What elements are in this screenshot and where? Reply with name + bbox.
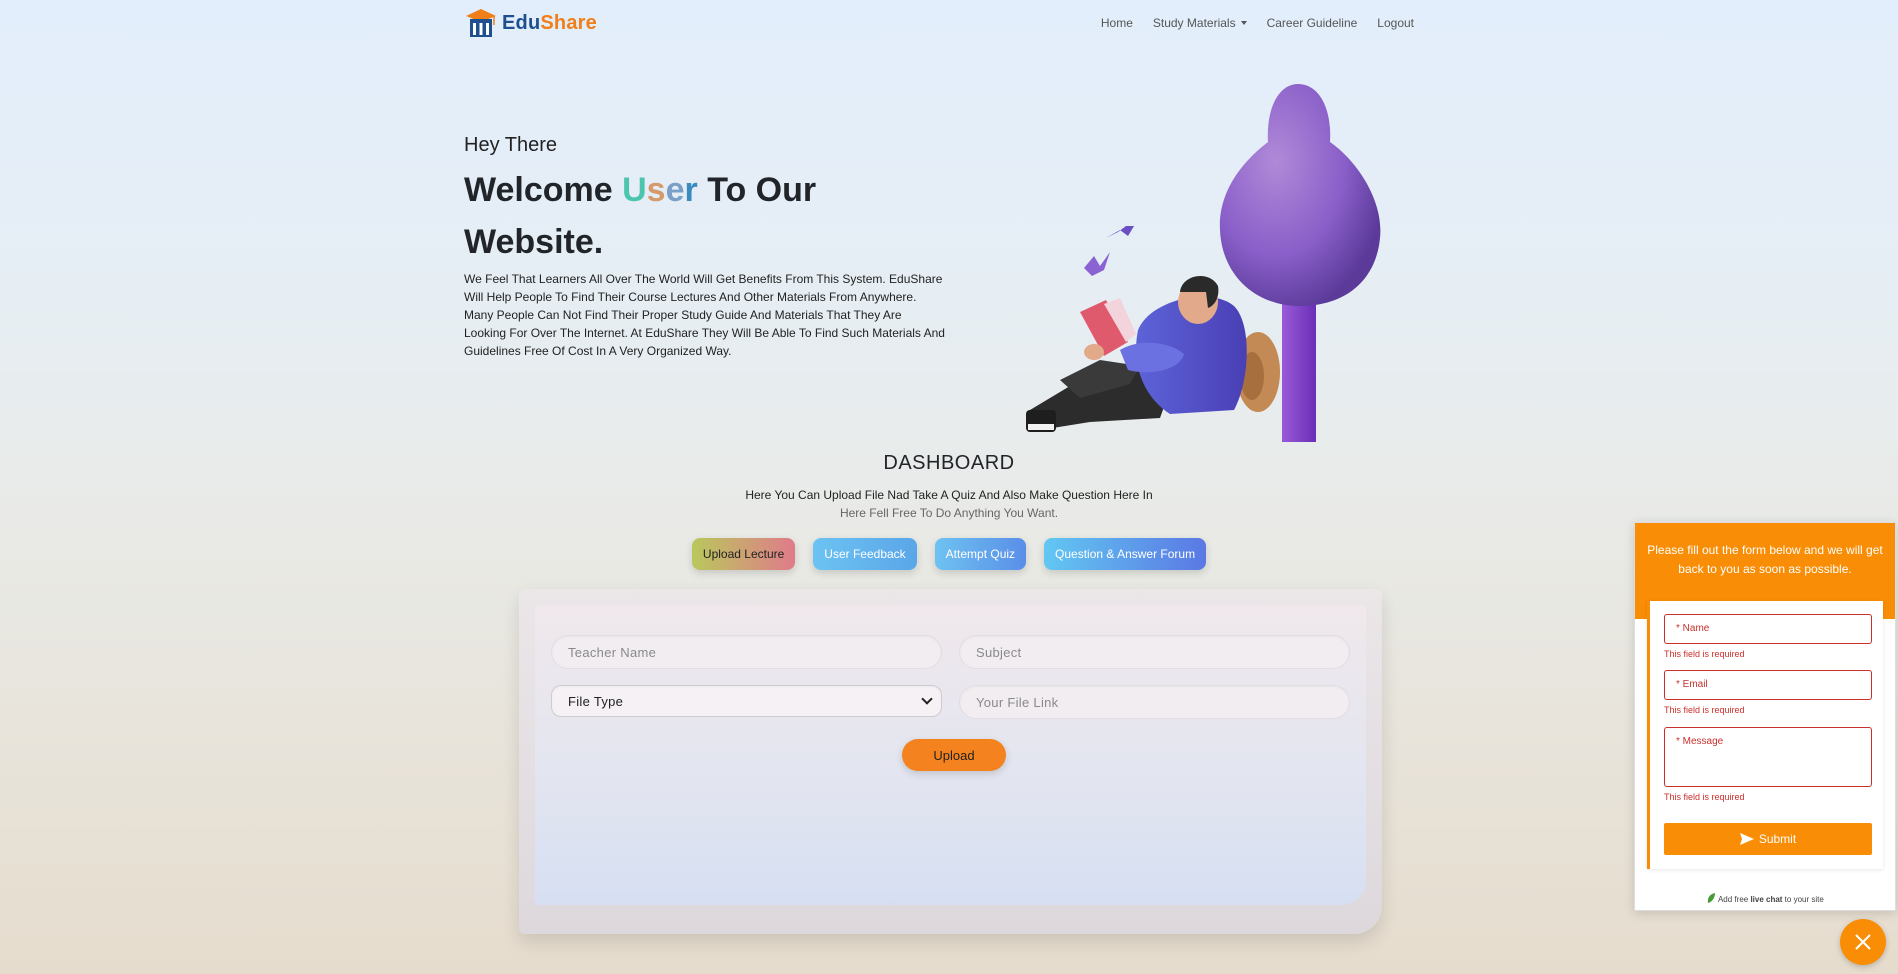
chevron-down-icon <box>921 693 933 705</box>
chat-footer-link[interactable]: Add free live chat to your site <box>1635 893 1895 904</box>
send-icon <box>1739 833 1754 845</box>
dashboard-tabs: Upload Lecture User Feedback Attempt Qui… <box>0 538 1898 570</box>
tab-upload-lecture[interactable]: Upload Lecture <box>691 538 796 570</box>
teacher-name-input[interactable]: Teacher Name <box>551 635 942 669</box>
hero-greeting: Hey There <box>464 134 558 156</box>
subject-input[interactable]: Subject <box>959 635 1350 669</box>
dashboard-subtitle-line1: Here You Can Upload File Nad Take A Quiz… <box>745 488 1153 502</box>
tab-attempt-quiz[interactable]: Attempt Quiz <box>934 538 1027 570</box>
nav-home-link[interactable]: Home <box>1091 16 1143 30</box>
chat-name-field[interactable]: * Name <box>1664 614 1872 644</box>
hero-description: We Feel That Learners All Over The World… <box>464 272 945 358</box>
upload-button[interactable]: Upload <box>902 739 1006 771</box>
contact-chat-widget: Please fill out the form below and we wi… <box>1634 522 1896 911</box>
teacher-name-placeholder: Teacher Name <box>568 644 657 660</box>
nav-logout-link[interactable]: Logout <box>1367 16 1424 30</box>
leaf-icon <box>1707 893 1716 903</box>
dashboard-subtitle-line2: Here Fell Free To Do Anything You Want. <box>839 506 1059 520</box>
brand-logo-link[interactable]: EduShare <box>464 7 597 39</box>
chat-submit-button[interactable]: Submit <box>1664 823 1872 855</box>
file-type-select[interactable]: File Type <box>551 685 942 717</box>
nav-career-guideline-link[interactable]: Career Guideline <box>1257 16 1368 30</box>
upload-panel: Teacher Name Subject File Type Your File… <box>519 589 1382 934</box>
chat-email-field[interactable]: * Email <box>1664 670 1872 700</box>
upload-form: Teacher Name Subject File Type Your File… <box>535 605 1366 905</box>
navbar: EduShare Home Study Materials Career Gui… <box>464 0 1424 46</box>
hero-title: Welcome User To Our Website. <box>464 171 817 261</box>
close-icon <box>1855 934 1871 950</box>
chat-message-error: This field is required <box>1664 792 1745 802</box>
dashboard-title: DASHBOARD <box>883 452 1015 474</box>
nav-study-materials-dropdown[interactable]: Study Materials <box>1143 16 1257 30</box>
student-reading-illustration <box>1026 84 1381 442</box>
chat-close-button[interactable] <box>1840 919 1886 965</box>
chat-message-field[interactable]: * Message <box>1664 727 1872 787</box>
file-link-input[interactable]: Your File Link <box>959 685 1350 719</box>
tab-user-feedback[interactable]: User Feedback <box>813 538 917 570</box>
chat-email-error: This field is required <box>1664 705 1745 715</box>
chat-name-error: This field is required <box>1664 649 1745 659</box>
chat-form: * Name This field is required * Email Th… <box>1647 601 1883 869</box>
file-link-placeholder: Your File Link <box>976 694 1059 710</box>
graduation-cap-logo-icon <box>466 9 496 37</box>
subject-placeholder: Subject <box>976 644 1022 660</box>
chat-header-text: Please fill out the form below and we wi… <box>1647 543 1883 576</box>
tab-question-answer-forum[interactable]: Question & Answer Forum <box>1044 538 1207 570</box>
file-type-selected-value: File Type <box>568 693 624 709</box>
nav-links: Home Study Materials Career Guideline Lo… <box>1091 16 1424 30</box>
brand-name: EduShare <box>502 11 597 34</box>
chat-submit-label: Submit <box>1758 832 1797 846</box>
